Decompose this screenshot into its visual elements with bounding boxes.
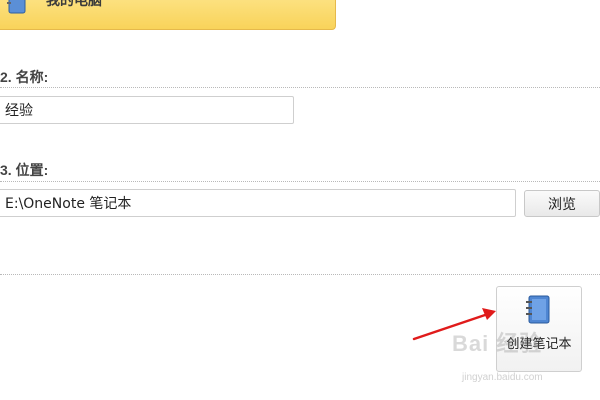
- watermark-logo: Bai 经验: [452, 331, 543, 356]
- divider: [0, 87, 600, 88]
- notebook-icon: [7, 0, 26, 14]
- divider: [0, 181, 600, 182]
- notebook-icon: [526, 295, 550, 324]
- watermark-url: jingyan.baidu.com: [462, 372, 543, 383]
- browse-button[interactable]: 浏览: [524, 190, 600, 217]
- location-section-title: 3. 位置:: [0, 162, 49, 178]
- divider: [0, 274, 600, 275]
- notebook-location-field[interactable]: [0, 189, 516, 217]
- location-card-label: 我的电脑: [46, 0, 102, 8]
- notebook-name-field[interactable]: [0, 96, 294, 124]
- name-section-title: 2. 名称:: [0, 69, 49, 85]
